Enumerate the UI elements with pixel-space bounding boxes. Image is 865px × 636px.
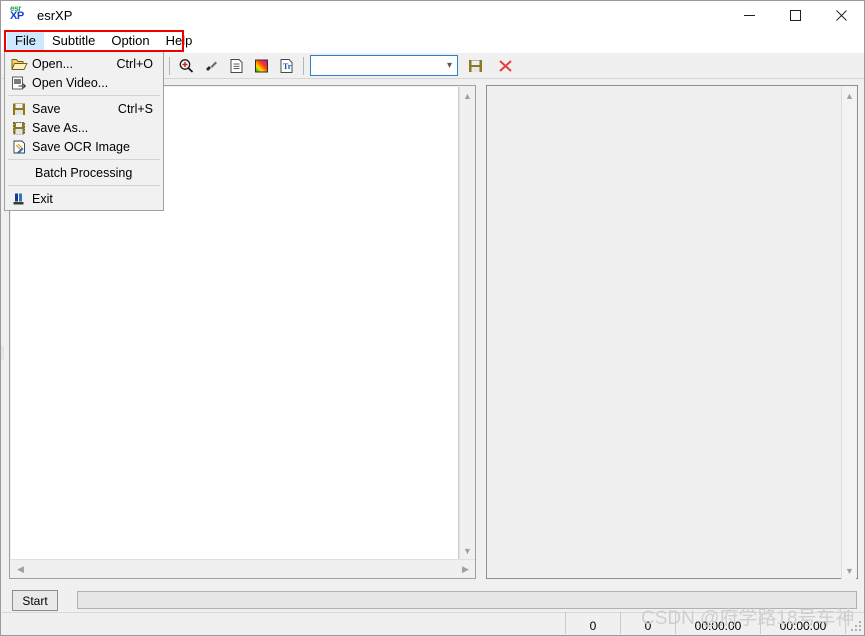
open-video-icon: [9, 74, 29, 91]
save-floppy-icon: [9, 100, 29, 117]
menu-item-label: Save: [32, 101, 61, 116]
menu-item-label: Open...: [32, 56, 73, 71]
menu-item-save[interactable]: Save Ctrl+S: [5, 99, 163, 118]
close-button[interactable]: [818, 1, 864, 29]
resize-grip-icon[interactable]: [846, 612, 864, 634]
menu-separator: [8, 185, 160, 186]
zoom-in-toolbar-button[interactable]: [175, 55, 198, 77]
status-time-start: 00:00:00: [676, 612, 761, 634]
color-palette-toolbar-button[interactable]: [250, 55, 273, 77]
window-controls: [726, 1, 864, 29]
file-dropdown-menu[interactable]: Open... Ctrl+O Open Video... Save Ctrl+S…: [4, 52, 164, 211]
scroll-up-icon[interactable]: ▲: [842, 88, 857, 103]
maximize-button[interactable]: [772, 1, 818, 29]
toolbar-separator: [169, 56, 170, 75]
start-button[interactable]: Start: [12, 590, 58, 611]
menu-item-batch-processing[interactable]: Batch Processing: [5, 163, 163, 182]
menu-item-label: Batch Processing: [35, 165, 133, 180]
menu-item-exit[interactable]: Exit: [5, 189, 163, 208]
menu-item-label: Open Video...: [32, 75, 109, 90]
save-as-floppy-icon: [9, 119, 29, 136]
scroll-left-icon[interactable]: ◀: [13, 560, 28, 578]
menu-item-label: Exit: [32, 191, 53, 206]
menu-file[interactable]: File: [7, 30, 44, 52]
menu-item-accelerator: Ctrl+S: [117, 101, 153, 116]
menu-item-save-as[interactable]: Save As...: [5, 118, 163, 137]
status-time-end: 00:00:00: [761, 612, 846, 634]
menu-item-accelerator: Ctrl+O: [116, 56, 153, 71]
toolbar-separator: [303, 56, 304, 75]
scroll-right-icon[interactable]: ▶: [458, 560, 473, 578]
svg-text:Tr: Tr: [283, 62, 292, 71]
esrxp-main-window: esr XP esrXP File Subtitle Option Help T…: [0, 0, 865, 636]
delete-combo-button[interactable]: [494, 55, 517, 77]
chevron-down-icon: ▾: [446, 59, 452, 71]
menu-item-open-video[interactable]: Open Video...: [5, 73, 163, 92]
menu-option[interactable]: Option: [103, 31, 157, 52]
logo-text-bottom: XP: [10, 10, 24, 22]
subtitle-preset-combobox[interactable]: ▾: [310, 55, 458, 76]
menu-help[interactable]: Help: [158, 31, 201, 52]
status-count-2: 0: [621, 612, 676, 634]
title-bar: esr XP esrXP: [1, 1, 864, 29]
minimize-button[interactable]: [726, 1, 772, 29]
image-preview-horizontal-scrollbar[interactable]: ◀ ▶: [11, 559, 475, 577]
document-toolbar-button[interactable]: [225, 55, 248, 77]
edge-artifact: [1, 346, 4, 360]
scroll-down-icon[interactable]: ▼: [842, 563, 857, 578]
eyedropper-toolbar-button[interactable]: [200, 55, 223, 77]
save-combo-button[interactable]: [464, 55, 487, 77]
exit-icon: [9, 190, 29, 207]
status-count-1: 0: [566, 612, 621, 634]
window-title: esrXP: [37, 7, 73, 23]
subtitle-list-panel[interactable]: ▲ ▼: [486, 85, 858, 579]
save-ocr-image-icon: [9, 138, 29, 155]
progress-bar: [77, 591, 857, 609]
subtitle-list-vertical-scrollbar[interactable]: ▲ ▼: [841, 87, 856, 579]
status-bar: 0 0 00:00:00 00:00:00: [2, 612, 864, 634]
menu-separator: [8, 159, 160, 160]
menu-separator: [8, 95, 160, 96]
esrxp-logo-icon: esr XP: [10, 5, 28, 25]
menu-bar: File Subtitle Option Help: [1, 29, 864, 53]
scroll-down-icon[interactable]: ▼: [460, 543, 475, 558]
menu-item-save-ocr-image[interactable]: Save OCR Image: [5, 137, 163, 156]
menu-item-label: Save OCR Image: [32, 139, 130, 154]
text-document-toolbar-button[interactable]: Tr: [275, 55, 298, 77]
menu-subtitle[interactable]: Subtitle: [44, 31, 103, 52]
menu-item-open[interactable]: Open... Ctrl+O: [5, 54, 163, 73]
image-preview-vertical-scrollbar[interactable]: ▲ ▼: [459, 87, 474, 559]
menu-item-label: Save As...: [32, 120, 89, 135]
open-folder-icon: [9, 55, 29, 72]
scroll-up-icon[interactable]: ▲: [460, 88, 475, 103]
status-message: [2, 612, 566, 634]
